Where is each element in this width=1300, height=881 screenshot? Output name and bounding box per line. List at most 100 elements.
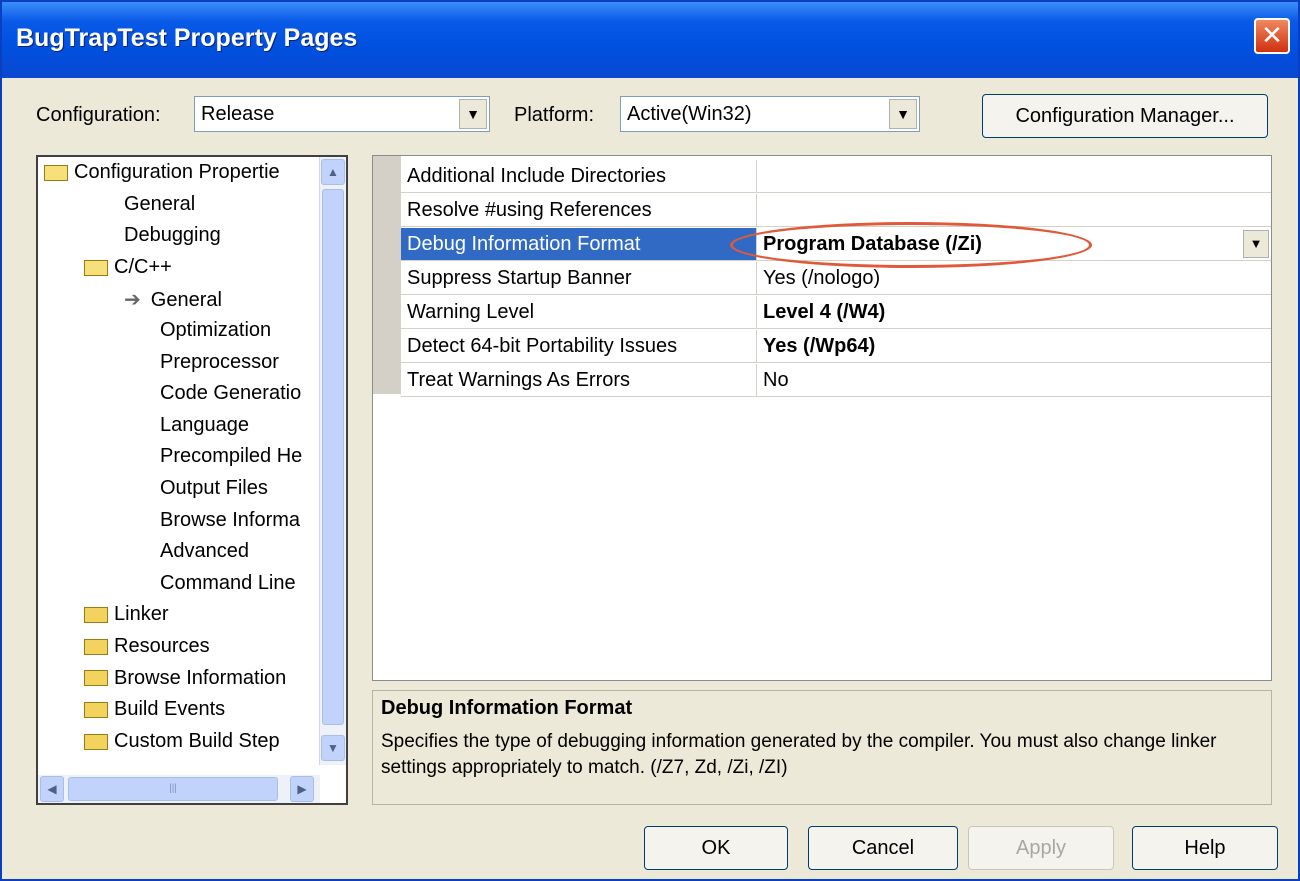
platform-value: Active(Win32) <box>627 103 752 125</box>
arrow-right-icon: ➔ <box>124 289 141 312</box>
tree-item[interactable]: Resources <box>84 635 210 665</box>
property-value[interactable]: Program Database (/Zi) <box>757 228 1271 261</box>
tree-item[interactable]: Preprocessor <box>160 351 279 381</box>
tree-item-label: Language <box>160 413 249 436</box>
tree-item[interactable]: Debugging <box>124 224 221 254</box>
tree-item[interactable]: Linker <box>84 603 168 633</box>
property-name: Debug Information Format <box>401 228 757 261</box>
folder-open-icon <box>84 259 108 276</box>
tree-item-label: C/C++ <box>114 255 172 278</box>
tree-item[interactable]: Advanced <box>160 540 249 570</box>
scroll-thumb[interactable]: ||| <box>68 777 278 801</box>
folder-open-icon <box>44 164 68 181</box>
tree-item[interactable]: General <box>124 193 195 223</box>
chevron-down-icon[interactable]: ▼ <box>1243 230 1269 258</box>
tree-item-label: General <box>124 192 196 215</box>
property-row[interactable]: Detect 64-bit Portability Issues Yes (/Wp… <box>401 330 1271 364</box>
help-button[interactable]: Help <box>1132 826 1278 870</box>
property-name: Warning Level <box>401 296 757 329</box>
chevron-down-icon[interactable]: ▼ <box>889 99 917 129</box>
property-pages-window: BugTrapTest Property Pages ✕ Configurati… <box>0 0 1300 881</box>
tree-vertical-scrollbar[interactable]: ▲ ▼ <box>319 157 346 765</box>
scroll-right-icon[interactable]: ▶ <box>290 776 314 802</box>
property-row[interactable]: Additional Include Directories <box>401 160 1271 194</box>
tree-item[interactable]: Browse Informa <box>160 509 300 539</box>
apply-button[interactable]: Apply <box>968 826 1114 870</box>
tree-item[interactable]: Optimization <box>160 319 271 349</box>
property-row[interactable]: Resolve #using References <box>401 194 1271 228</box>
tree-item-label: Browse Informa <box>160 508 301 531</box>
tree-item-label: Advanced <box>160 540 249 563</box>
tree-item[interactable]: Command Line <box>160 572 296 602</box>
scroll-down-icon[interactable]: ▼ <box>321 735 345 761</box>
description-text: Specifies the type of debugging informat… <box>381 731 1217 778</box>
tree-item[interactable]: Precompiled He <box>160 445 302 475</box>
property-name: Treat Warnings As Errors <box>401 364 757 397</box>
ok-label: OK <box>701 837 731 859</box>
property-value[interactable]: Yes (/Wp64) <box>757 330 1271 363</box>
tree-item-label: Precompiled He <box>160 445 303 468</box>
folder-icon <box>84 670 108 687</box>
tree-item[interactable]: Language <box>160 414 249 444</box>
tree-item-label: Browse Information <box>114 666 287 689</box>
window-title: BugTrapTest Property Pages <box>16 24 358 52</box>
tree-item-label: Output Files <box>160 477 268 499</box>
scroll-up-icon[interactable]: ▲ <box>321 159 345 185</box>
property-tree[interactable]: Configuration Propertie General Debugging C… <box>36 155 348 805</box>
scroll-thumb[interactable] <box>322 189 344 725</box>
property-value[interactable]: Yes (/nologo) <box>757 262 1271 295</box>
property-row[interactable]: Treat Warnings As Errors No <box>401 364 1271 398</box>
property-value[interactable] <box>757 194 1271 227</box>
property-value[interactable] <box>757 160 1271 193</box>
apply-label: Apply <box>1015 837 1067 859</box>
property-row[interactable]: Debug Information Format Program Database… <box>401 228 1271 262</box>
property-grid[interactable]: Additional Include Directories Resolve #u… <box>372 155 1272 681</box>
property-name: Additional Include Directories <box>401 160 757 193</box>
folder-icon <box>84 733 108 750</box>
tree-item-label: Linker <box>114 603 169 626</box>
tree-item-label: Command Line <box>160 571 296 594</box>
tree-horizontal-scrollbar[interactable]: ◀ ||| ▶ <box>38 775 320 803</box>
tree-item[interactable]: Code Generatio <box>160 382 301 412</box>
help-label: Help <box>1184 837 1226 859</box>
tree-item[interactable]: C/C++ <box>84 256 172 286</box>
configuration-label: Configuration: <box>36 104 161 126</box>
chevron-down-icon[interactable]: ▼ <box>459 99 487 129</box>
tree-item[interactable]: Output Files <box>160 477 268 507</box>
property-name: Detect 64-bit Portability Issues <box>401 330 757 363</box>
description-title: Debug Information Format <box>381 697 633 719</box>
folder-icon <box>84 607 108 624</box>
property-row[interactable]: Warning Level Level 4 (/W4) <box>401 296 1271 330</box>
cancel-button[interactable]: Cancel <box>808 826 958 870</box>
property-row[interactable]: Suppress Startup Banner Yes (/nologo) <box>401 262 1271 296</box>
tree-item[interactable]: Configuration Propertie <box>44 161 280 191</box>
title-bar[interactable]: BugTrapTest Property Pages ✕ <box>2 2 1298 78</box>
tree-item-label: Code Generatio <box>160 382 302 405</box>
tree-item-label: Build Events <box>114 698 226 721</box>
cancel-label: Cancel <box>851 837 915 859</box>
property-name: Suppress Startup Banner <box>401 262 757 295</box>
tree-item[interactable]: Custom Build Step <box>84 730 280 760</box>
tree-item-label: Debugging <box>124 224 221 247</box>
configuration-value: Release <box>201 103 275 125</box>
tree-item-label: Configuration Propertie <box>74 161 280 183</box>
tree-item-label: Preprocessor <box>160 350 279 373</box>
scroll-left-icon[interactable]: ◀ <box>40 776 64 802</box>
configuration-manager-button[interactable]: Configuration Manager... <box>982 94 1268 138</box>
property-value[interactable]: Level 4 (/W4) <box>757 296 1271 329</box>
tree-item[interactable]: Browse Information <box>84 667 286 697</box>
close-icon[interactable]: ✕ <box>1254 18 1290 54</box>
grid-gutter <box>373 156 401 394</box>
configuration-manager-label: Configuration Manager... <box>1015 105 1235 127</box>
tree-item[interactable]: Build Events <box>84 698 225 728</box>
platform-dropdown[interactable]: Active(Win32) ▼ <box>620 96 920 132</box>
property-value[interactable]: No <box>757 364 1271 397</box>
configuration-dropdown[interactable]: Release ▼ <box>194 96 490 132</box>
tree-item-label: Custom Build Step <box>114 729 280 752</box>
property-name: Resolve #using References <box>401 194 757 227</box>
tree-item-label: General <box>150 289 222 312</box>
tree-item[interactable]: ➔ General <box>124 287 222 317</box>
tree-item-label: Optimization <box>160 319 272 341</box>
ok-button[interactable]: OK <box>644 826 788 870</box>
folder-icon <box>84 701 108 718</box>
